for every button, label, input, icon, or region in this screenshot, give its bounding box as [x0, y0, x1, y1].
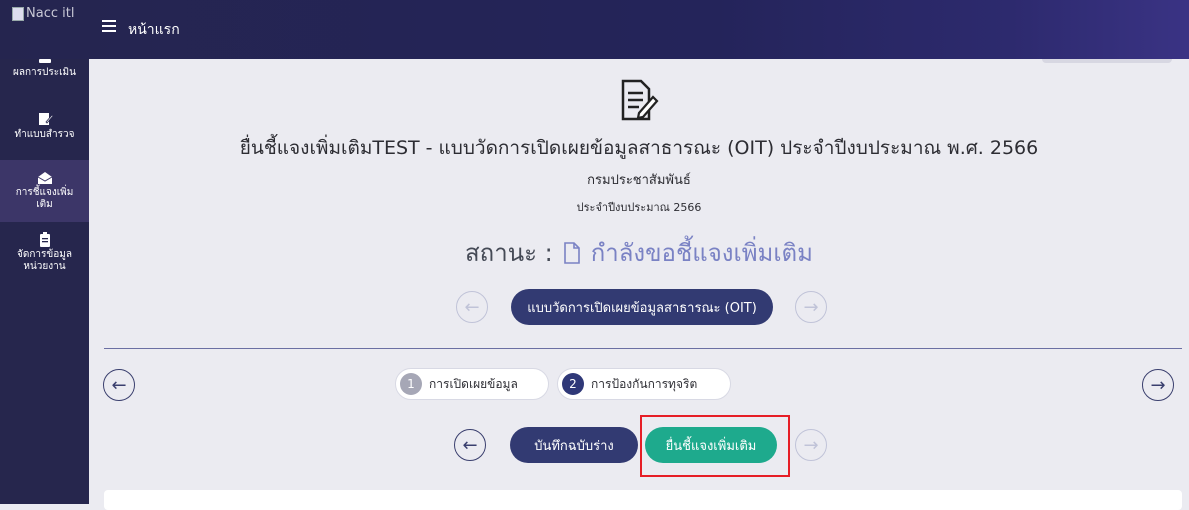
page-title: ยื่นชี้แจงเพิ่มเติมTEST - แบบวัดการเปิดเ… [239, 137, 1039, 159]
prev-step-button[interactable]: ← [103, 369, 135, 401]
arrow-left-icon: ← [462, 434, 478, 456]
step-number: 2 [562, 373, 584, 395]
arrow-left-icon: ← [111, 374, 127, 396]
document-edit-icon [621, 79, 659, 121]
chart-icon [38, 59, 51, 63]
main-content: ยื่นชี้แจงเพิ่มเติมTEST - แบบวัดการเปิดเ… [89, 59, 1189, 510]
sidebar-item-label: ผลการประเมิน [13, 67, 76, 78]
status-line: สถานะ : กำลังขอชี้แจงเพิ่มเติม [89, 233, 1189, 272]
step-tab-2[interactable]: 2 การป้องกันการทุจริต [557, 368, 731, 400]
step-number: 1 [400, 373, 422, 395]
broken-image-icon [12, 6, 24, 21]
sidebar-item-survey[interactable]: ทำแบบสำรวจ [0, 111, 89, 151]
envelope-open-icon [37, 172, 52, 184]
logo-alt-text: Nacc itl [26, 6, 75, 21]
prev-survey-button[interactable]: ← [456, 291, 488, 323]
divider [104, 348, 1182, 349]
edit-form-icon [38, 113, 53, 125]
top-navbar: Nacc itl หน้าแรก [0, 0, 1189, 59]
arrow-right-icon: → [803, 296, 819, 318]
arrow-left-icon: ← [464, 296, 480, 318]
step-tab-1[interactable]: 1 การเปิดเผยข้อมูล [395, 368, 549, 400]
sidebar-item-label: จัดการข้อมูลหน่วยงาน [17, 249, 72, 272]
top-tab-stub [1042, 59, 1172, 63]
content-card [104, 490, 1182, 510]
save-draft-button[interactable]: บันทึกฉบับร่าง [510, 427, 638, 463]
highlight-box [640, 415, 790, 477]
next-survey-button[interactable]: → [795, 291, 827, 323]
status-value: กำลังขอชี้แจงเพิ่มเติม [590, 239, 813, 267]
sidebar-item-label: การชี้แจงเพิ่มเติม [15, 187, 74, 210]
next-step-button[interactable]: → [1142, 369, 1174, 401]
clipboard-icon [39, 232, 50, 247]
sidebar: ผลการประเมิน ทำแบบสำรวจ การชี้แจงเพิ่มเต… [0, 59, 89, 504]
step-label: การป้องกันการทุจริต [591, 376, 698, 391]
forward-button[interactable]: → [795, 429, 827, 461]
status-label: สถานะ : [465, 239, 553, 267]
menu-toggle-icon[interactable] [102, 20, 116, 32]
fiscal-year: ประจำปีงบประมาณ 2566 [576, 201, 702, 214]
sidebar-item-clarification[interactable]: การชี้แจงเพิ่มเติม [0, 160, 89, 222]
sidebar-item-agency-data[interactable]: จัดการข้อมูลหน่วยงาน [0, 232, 89, 278]
file-icon [563, 241, 580, 264]
arrow-right-icon: → [803, 434, 819, 456]
arrow-right-icon: → [1150, 374, 1166, 396]
sidebar-item-results[interactable]: ผลการประเมิน [0, 59, 89, 93]
survey-name-button[interactable]: แบบวัดการเปิดเผยข้อมูลสาธารณะ (OIT) [511, 289, 773, 325]
sidebar-item-label: ทำแบบสำรวจ [14, 129, 75, 140]
back-button[interactable]: ← [454, 429, 486, 461]
step-label: การเปิดเผยข้อมูล [429, 376, 518, 391]
organization-name: กรมประชาสัมพันธ์ [587, 173, 691, 188]
logo[interactable]: Nacc itl [12, 6, 74, 21]
home-link[interactable]: หน้าแรก [128, 19, 180, 41]
